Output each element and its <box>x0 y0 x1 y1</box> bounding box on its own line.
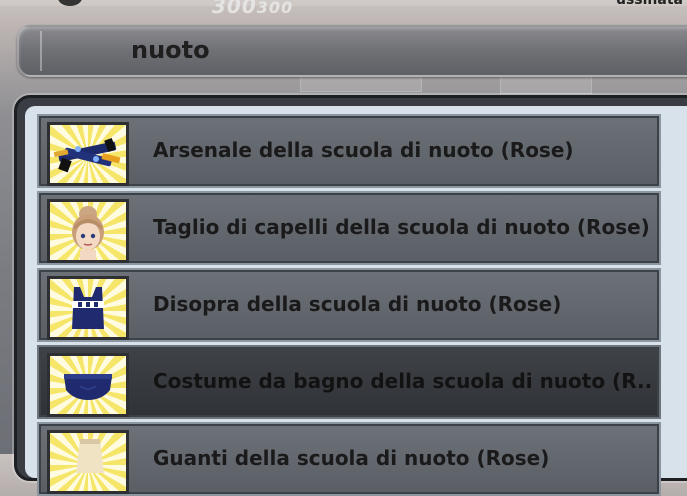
search-divider <box>40 31 42 71</box>
list-item[interactable]: Disopra della scuola di nuoto (Rose) <box>37 268 661 342</box>
item-label: Arsenale della scuola di nuoto (Rose) <box>153 138 574 162</box>
background-stripe <box>0 0 687 6</box>
swim-top-icon <box>47 276 129 340</box>
list-item[interactable]: Guanti della scuola di nuoto (Rose) <box>37 422 661 496</box>
item-label: Costume da bagno della scuola di nuoto (… <box>153 369 653 393</box>
results-panel: Arsenale della scuola di nuoto (Rose) Ta… <box>14 95 687 496</box>
gloves-icon <box>47 430 129 494</box>
search-bar[interactable]: nuoto <box>17 25 687 77</box>
swim-bottom-icon <box>47 353 129 417</box>
search-input[interactable]: nuoto <box>131 36 210 64</box>
item-label: Disopra della scuola di nuoto (Rose) <box>153 292 562 316</box>
item-label: Taglio di capelli della scuola di nuoto … <box>153 215 650 239</box>
list-item[interactable]: Taglio di capelli della scuola di nuoto … <box>37 191 661 265</box>
score-display: 300300 <box>212 0 294 18</box>
item-label: Guanti della scuola di nuoto (Rose) <box>153 446 550 470</box>
list-item[interactable]: Arsenale della scuola di nuoto (Rose) <box>37 114 661 188</box>
list-item-selected[interactable]: Costume da bagno della scuola di nuoto (… <box>37 345 661 419</box>
weapons-icon <box>47 122 129 186</box>
top-right-label: ussinata <box>616 0 683 8</box>
hair-portrait-icon <box>47 199 129 263</box>
results-list[interactable]: Arsenale della scuola di nuoto (Rose) Ta… <box>25 106 687 496</box>
